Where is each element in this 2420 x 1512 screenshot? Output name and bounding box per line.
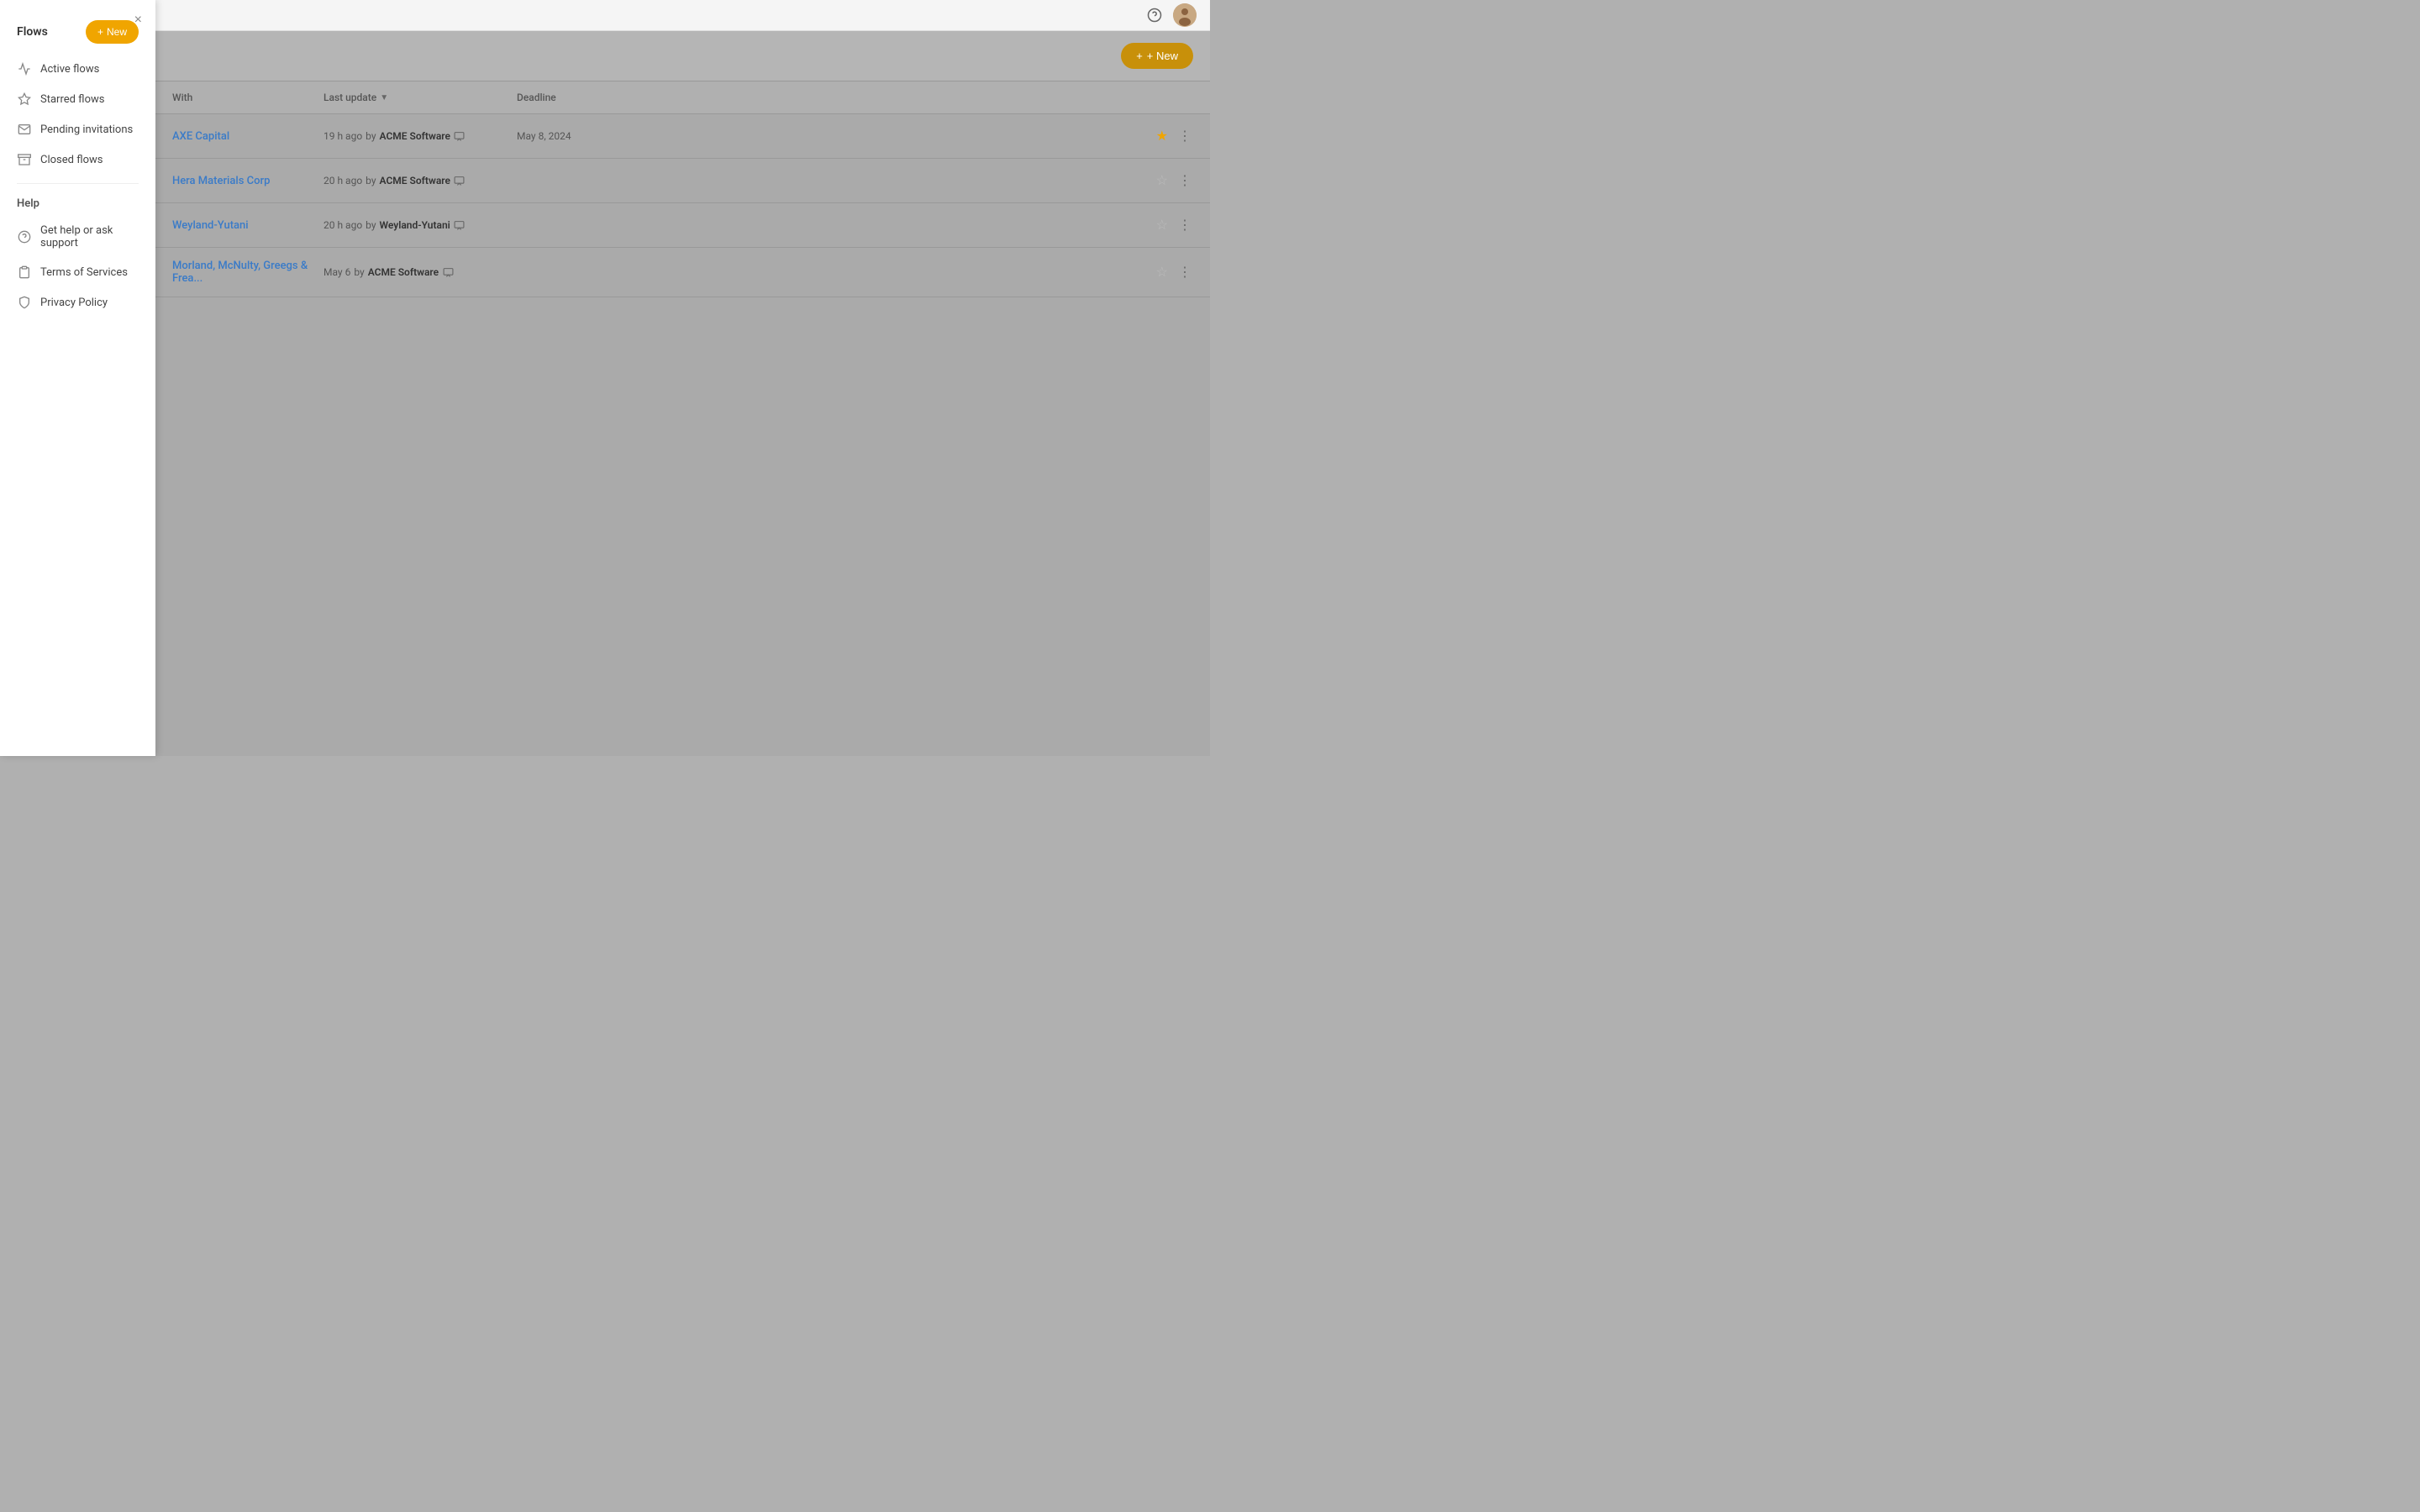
content-panel: + + New With Last update ▼ Deadline AXE …	[155, 31, 1210, 756]
col-header-deadline: Deadline	[517, 92, 1193, 103]
main-new-label: + New	[1147, 50, 1178, 62]
main-new-button[interactable]: + + New	[1121, 43, 1193, 69]
star-button[interactable]: ☆	[1155, 171, 1170, 191]
archive-icon	[17, 152, 32, 167]
row-update: 20 h ago by ACME Software	[324, 175, 517, 186]
col-header-with: With	[172, 92, 324, 103]
sort-arrow-icon: ▼	[380, 93, 388, 102]
row-company: Weyland-Yutani	[172, 219, 324, 232]
row-company: AXE Capital	[172, 130, 324, 143]
sidebar-item-closed-flows[interactable]: Closed flows	[0, 144, 155, 175]
content-header: + + New	[155, 31, 1210, 81]
row-actions: ☆ ⋮	[1155, 171, 1193, 191]
table-row[interactable]: Morland, McNulty, Greegs & Frea... May 6…	[155, 248, 1210, 297]
sidebar-item-label: Terms of Services	[40, 266, 128, 279]
message-icon	[442, 266, 454, 278]
row-update: 19 h ago by ACME Software	[324, 130, 517, 142]
sidebar: × Flows + New Active flows Starred flows	[0, 0, 155, 756]
star-icon	[17, 92, 32, 107]
message-icon	[454, 175, 466, 186]
plus-icon: +	[97, 26, 103, 38]
row-company: Hera Materials Corp	[172, 175, 324, 187]
avatar[interactable]	[1173, 3, 1197, 27]
shield-icon	[17, 295, 32, 310]
sidebar-item-get-help[interactable]: Get help or ask support	[0, 217, 155, 257]
table-row[interactable]: Weyland-Yutani 20 h ago by Weyland-Yutan…	[155, 203, 1210, 248]
clipboard-icon	[17, 265, 32, 280]
star-button[interactable]: ★	[1155, 126, 1170, 146]
table-row[interactable]: Hera Materials Corp 20 h ago by ACME Sof…	[155, 159, 1210, 203]
sidebar-item-label: Closed flows	[40, 154, 103, 166]
sidebar-item-pending-invitations[interactable]: Pending invitations	[0, 114, 155, 144]
more-button[interactable]: ⋮	[1176, 215, 1193, 235]
more-button[interactable]: ⋮	[1176, 262, 1193, 282]
sidebar-item-active-flows[interactable]: Active flows	[0, 54, 155, 84]
row-update: May 6 by ACME Software	[324, 266, 517, 278]
more-button[interactable]: ⋮	[1176, 126, 1193, 146]
new-label: New	[107, 26, 127, 38]
sidebar-item-label: Active flows	[40, 63, 99, 76]
table-row[interactable]: AXE Capital 19 h ago by ACME Software Ma…	[155, 114, 1210, 159]
row-company: Morland, McNulty, Greegs & Frea...	[172, 260, 324, 285]
mail-icon	[17, 122, 32, 137]
sidebar-item-label: Get help or ask support	[40, 224, 139, 249]
row-deadline: May 8, 2024	[517, 130, 1155, 142]
divider	[17, 183, 139, 184]
sidebar-item-terms[interactable]: Terms of Services	[0, 257, 155, 287]
sidebar-item-starred-flows[interactable]: Starred flows	[0, 84, 155, 114]
sidebar-new-button[interactable]: + New	[86, 20, 139, 44]
help-title: Help	[0, 192, 155, 217]
more-button[interactable]: ⋮	[1176, 171, 1193, 191]
sidebar-item-label: Pending invitations	[40, 123, 133, 136]
table-area: With Last update ▼ Deadline AXE Capital …	[155, 81, 1210, 297]
message-icon	[454, 219, 466, 231]
row-update: 20 h ago by Weyland-Yutani	[324, 219, 517, 231]
sidebar-item-label: Starred flows	[40, 93, 104, 106]
activity-icon	[17, 61, 32, 76]
sidebar-item-privacy[interactable]: Privacy Policy	[0, 287, 155, 318]
question-circle-icon	[17, 229, 32, 244]
row-actions: ☆ ⋮	[1155, 215, 1193, 235]
col-header-update[interactable]: Last update ▼	[324, 92, 517, 103]
row-actions: ★ ⋮	[1155, 126, 1193, 146]
flows-title: Flows	[17, 25, 48, 39]
sidebar-item-label: Privacy Policy	[40, 297, 108, 309]
star-button[interactable]: ☆	[1155, 262, 1170, 282]
star-button[interactable]: ☆	[1155, 215, 1170, 235]
message-icon	[454, 130, 466, 142]
help-icon[interactable]	[1144, 5, 1165, 25]
plus-icon: +	[1136, 50, 1143, 62]
row-actions: ☆ ⋮	[1155, 262, 1193, 282]
table-header: With Last update ▼ Deadline	[155, 81, 1210, 114]
top-bar	[0, 0, 1210, 31]
